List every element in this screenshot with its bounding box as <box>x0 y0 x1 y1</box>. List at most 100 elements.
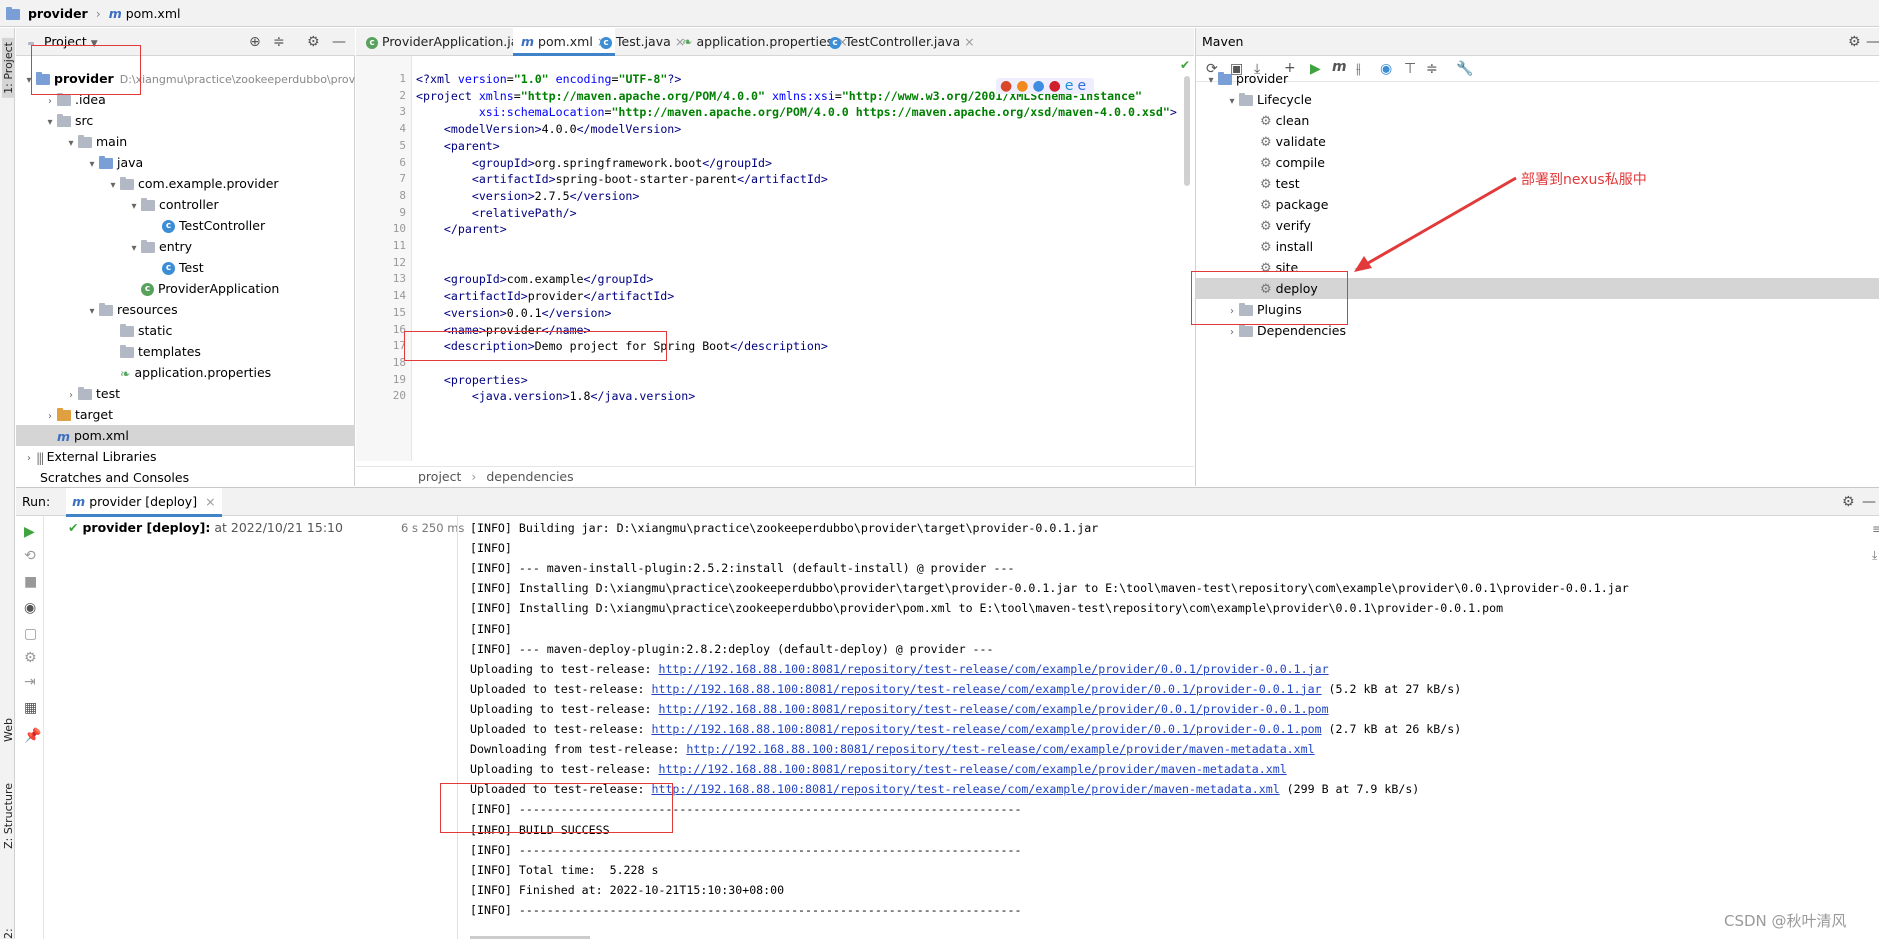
pin-icon[interactable]: 📌 <box>24 728 41 744</box>
breadcrumb-project[interactable]: project <box>418 469 461 484</box>
project-view-selector[interactable]: Project ▼ <box>44 28 98 58</box>
project-tree-item[interactable]: c Test <box>16 257 355 278</box>
console-link[interactable]: http://192.168.88.100:8081/repository/te… <box>658 762 1286 776</box>
code-line[interactable]: <description>Demo project for Spring Boo… <box>416 339 828 353</box>
project-tree-item[interactable]: ▾ java <box>16 152 355 173</box>
locate-icon[interactable]: ⊕ <box>249 28 261 56</box>
code-line[interactable]: <artifactId>spring-boot-starter-parent</… <box>416 172 828 186</box>
chevron-down-icon[interactable]: ▾ <box>127 196 141 217</box>
opera-icon[interactable]: ● <box>1049 78 1065 94</box>
console-link[interactable]: http://192.168.88.100:8081/repository/te… <box>658 662 1328 676</box>
ie-icon[interactable]: e <box>1065 78 1078 94</box>
close-icon[interactable]: × <box>205 494 215 509</box>
stop-icon[interactable]: ■ <box>24 574 37 590</box>
chevron-down-icon[interactable]: ▾ <box>106 175 120 196</box>
code-line[interactable]: <java.version>1.8</java.version> <box>416 389 695 403</box>
nav-project[interactable]: provider <box>28 6 88 21</box>
chevron-down-icon[interactable]: ▾ <box>85 154 99 175</box>
structure-tool-button[interactable]: Z: Structure <box>2 783 15 849</box>
package-icon <box>141 240 155 253</box>
nav-file[interactable]: pom.xml <box>126 6 181 21</box>
project-tree-item[interactable]: c TestController <box>16 215 355 236</box>
project-tree-item[interactable]: › ||| External Libraries <box>16 446 355 467</box>
safari-icon[interactable]: ● <box>1032 78 1048 94</box>
code-line[interactable]: <?xml version="1.0" encoding="UTF-8"?> <box>416 72 681 86</box>
console-line: Uploading to test-release: http://192.16… <box>470 662 1329 676</box>
project-tree-item[interactable]: ▾ main <box>16 131 355 152</box>
code-line[interactable]: <relativePath/> <box>416 206 577 220</box>
chevron-down-icon[interactable]: ▾ <box>43 112 57 133</box>
project-tree-item[interactable]: ▾ com.example.provider <box>16 173 355 194</box>
project-tool-button[interactable]: 1: Project <box>2 38 15 98</box>
import-icon[interactable]: ⇥ <box>24 674 36 690</box>
scroll-end-icon[interactable]: ⤓ <box>1872 548 1877 563</box>
code-line[interactable]: <version>2.7.5</version> <box>416 189 640 203</box>
chevron-down-icon[interactable]: ▾ <box>127 238 141 259</box>
code-line[interactable]: <version>0.0.1</version> <box>416 306 612 320</box>
project-tree-item[interactable]: ❧ application.properties <box>16 362 355 383</box>
layout-icon[interactable]: ▦ <box>24 700 37 716</box>
project-tree-item[interactable]: › target <box>16 404 355 425</box>
run-tab[interactable]: m provider [deploy] × <box>66 488 222 517</box>
chrome-icon[interactable]: ● <box>1000 78 1016 94</box>
project-tree-item[interactable]: templates <box>16 341 355 362</box>
gear-icon[interactable]: ⚙ <box>307 28 320 56</box>
toggle-tree-icon[interactable]: ⟲ <box>24 548 36 564</box>
editor-tab[interactable]: c TestController.java × <box>821 28 983 56</box>
code-line[interactable]: xsi:schemaLocation="http://maven.apache.… <box>416 105 1177 119</box>
project-tree-item[interactable]: ▾ src <box>16 110 355 131</box>
code-line[interactable]: </parent> <box>416 222 507 236</box>
console-link[interactable]: http://192.168.88.100:8081/repository/te… <box>651 722 1321 736</box>
chevron-right-icon[interactable]: › <box>64 385 78 406</box>
project-tree-label: TestController <box>179 218 266 233</box>
code-line[interactable]: <groupId>org.springframework.boot</group… <box>416 156 772 170</box>
chevron-right-icon[interactable]: › <box>43 91 57 112</box>
rerun-icon[interactable]: ▶ <box>24 524 35 540</box>
editor-breadcrumb: project › dependencies <box>356 466 1194 486</box>
project-tree-item[interactable]: static <box>16 320 355 341</box>
line-number: 13 <box>392 272 406 286</box>
hide-icon[interactable]: — <box>1862 488 1876 516</box>
project-tree-item[interactable]: c ProviderApplication <box>16 278 355 299</box>
code-line[interactable]: <modelVersion>4.0.0</modelVersion> <box>416 122 681 136</box>
console-link[interactable]: http://192.168.88.100:8081/repository/te… <box>651 682 1321 696</box>
line-number: 12 <box>392 255 406 269</box>
project-tree-item[interactable]: Scratches and Consoles <box>16 467 355 488</box>
chevron-right-icon[interactable]: › <box>43 406 57 427</box>
collapse-all-icon[interactable]: ≑ <box>273 28 285 56</box>
console-link[interactable]: http://192.168.88.100:8081/repository/te… <box>651 782 1279 796</box>
hide-icon[interactable]: — <box>332 28 346 56</box>
project-tree-item[interactable]: ▾ controller <box>16 194 355 215</box>
console-link[interactable]: http://192.168.88.100:8081/repository/te… <box>658 702 1328 716</box>
wrap-icon[interactable]: ≡ <box>1872 522 1879 536</box>
code-line[interactable]: <artifactId>provider</artifactId> <box>416 289 674 303</box>
code-line[interactable]: <properties> <box>416 373 528 387</box>
code-line[interactable]: <name>provider</name> <box>416 323 591 337</box>
code-line[interactable]: <parent> <box>416 139 500 153</box>
chevron-down-icon[interactable]: ▾ <box>85 301 99 322</box>
edge-icon[interactable]: e <box>1078 78 1091 94</box>
project-tree-item[interactable]: › test <box>16 383 355 404</box>
breadcrumb-dependencies[interactable]: dependencies <box>486 469 573 484</box>
console-line: [INFO] Installing D:\xiangmu\practice\zo… <box>470 581 1629 596</box>
project-panel-header: Project ▼ ⊕ ≑ ⚙ — <box>16 28 355 56</box>
editor-scrollbar[interactable] <box>1184 76 1190 186</box>
project-tree-item[interactable]: › .idea <box>16 89 355 110</box>
project-tree-item[interactable]: ▾ entry <box>16 236 355 257</box>
code-line[interactable]: <groupId>com.example</groupId> <box>416 272 653 286</box>
project-tree-item[interactable]: m pom.xml <box>16 425 355 446</box>
settings-icon[interactable]: ⚙ <box>24 650 37 666</box>
gear-icon[interactable]: ⚙ <box>1842 488 1855 516</box>
close-icon[interactable]: × <box>964 34 974 49</box>
project-tree-item[interactable]: ▾ resources <box>16 299 355 320</box>
project-tree-item[interactable]: ▾ provider D:\xiangmu\practice\zookeeperdu… <box>16 68 376 91</box>
chevron-down-icon[interactable]: ▾ <box>64 133 78 154</box>
chevron-down-icon[interactable]: ▾ <box>22 70 36 91</box>
web-tool-button[interactable]: Web <box>2 718 15 742</box>
run-entry[interactable]: ✔ provider [deploy]: at 2022/10/21 15:10 <box>68 520 343 535</box>
eye-icon[interactable]: ◉ <box>24 600 36 616</box>
camera-icon[interactable]: ▢ <box>24 626 37 642</box>
console-link[interactable]: http://192.168.88.100:8081/repository/te… <box>686 742 1314 756</box>
chevron-right-icon[interactable]: › <box>22 448 36 469</box>
firefox-icon[interactable]: ● <box>1016 78 1032 94</box>
